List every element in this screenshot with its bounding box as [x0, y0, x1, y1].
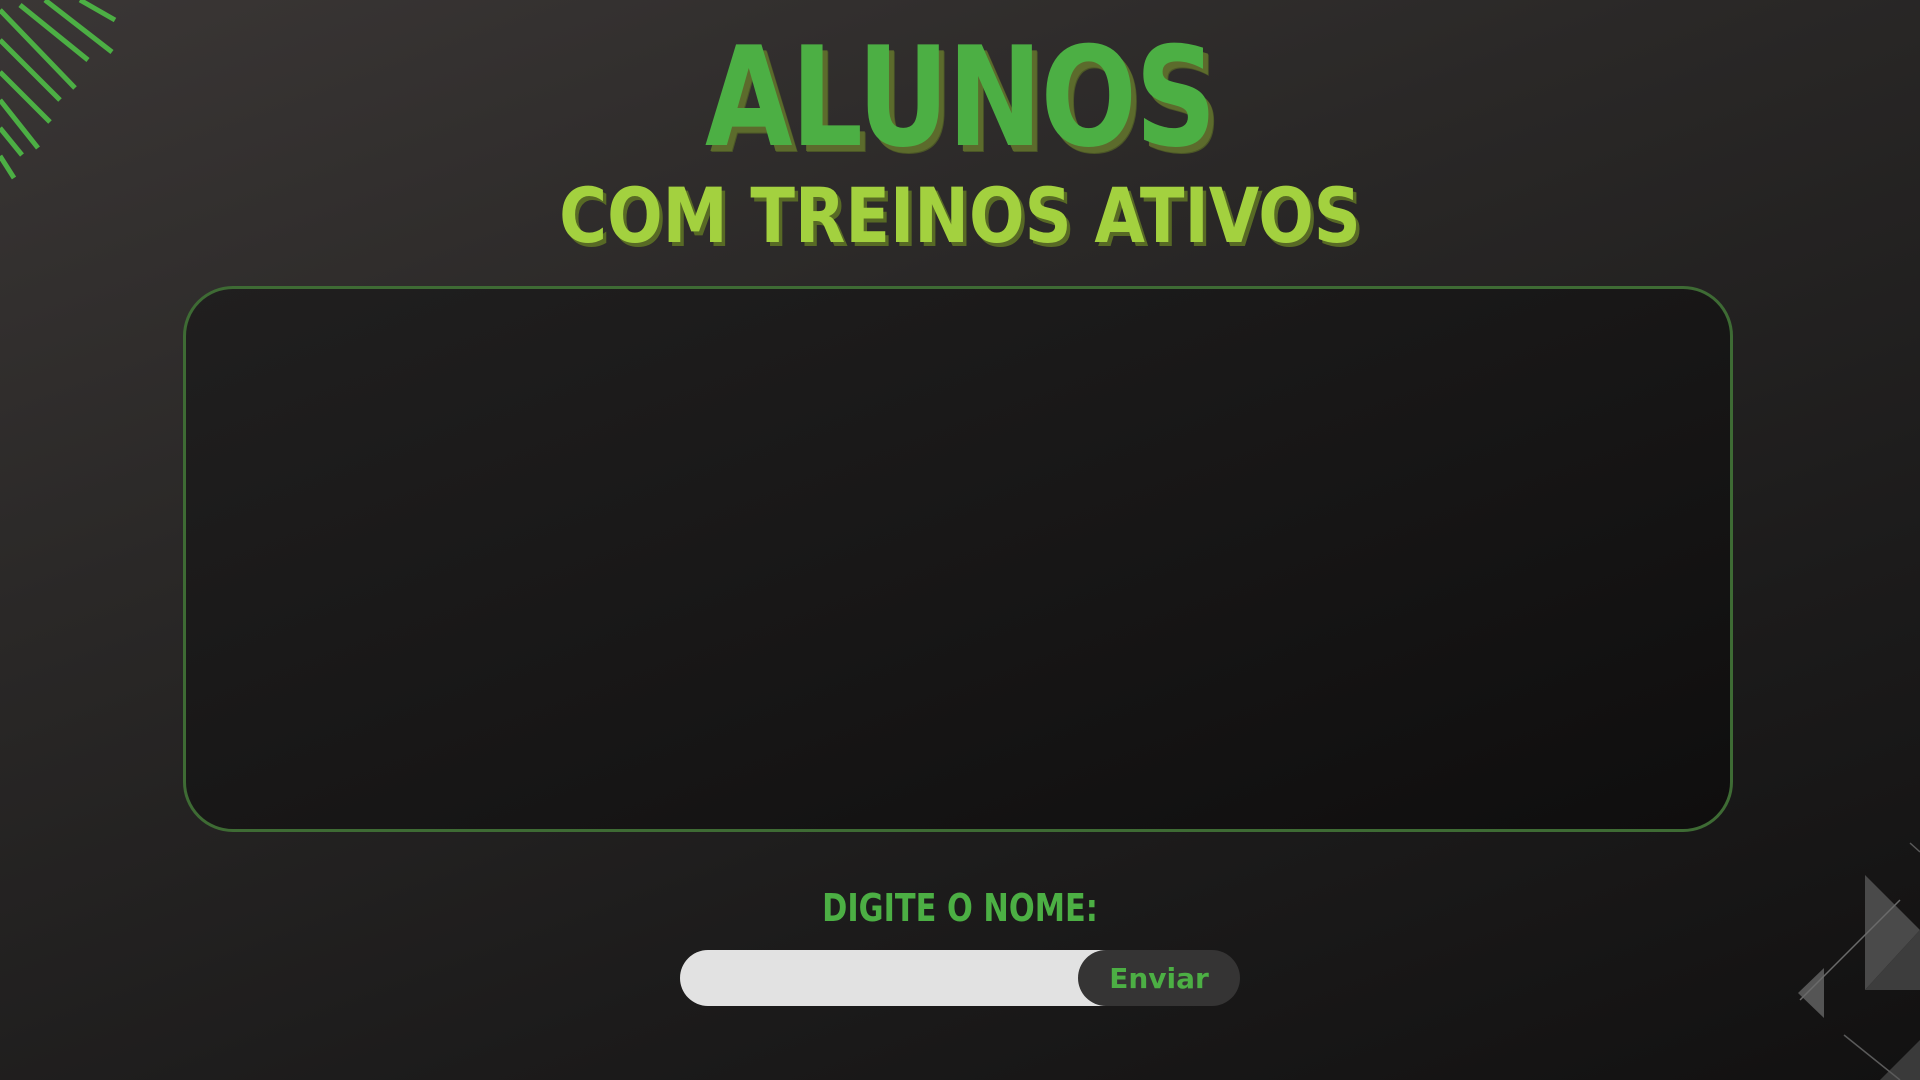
name-input[interactable]: [680, 950, 1120, 1006]
send-button[interactable]: Enviar: [1078, 950, 1240, 1006]
name-prompt-label: DIGITE O NOME:: [822, 886, 1098, 930]
page-subtitle: COM TREINOS ATIVOS: [559, 171, 1361, 260]
students-list-panel: [183, 286, 1733, 832]
page-title: ALUNOS: [704, 17, 1217, 178]
triangle-shapes-icon: [1798, 842, 1920, 1080]
diagonal-stripes-icon: [0, 0, 117, 180]
name-form: Enviar: [680, 950, 1240, 1006]
